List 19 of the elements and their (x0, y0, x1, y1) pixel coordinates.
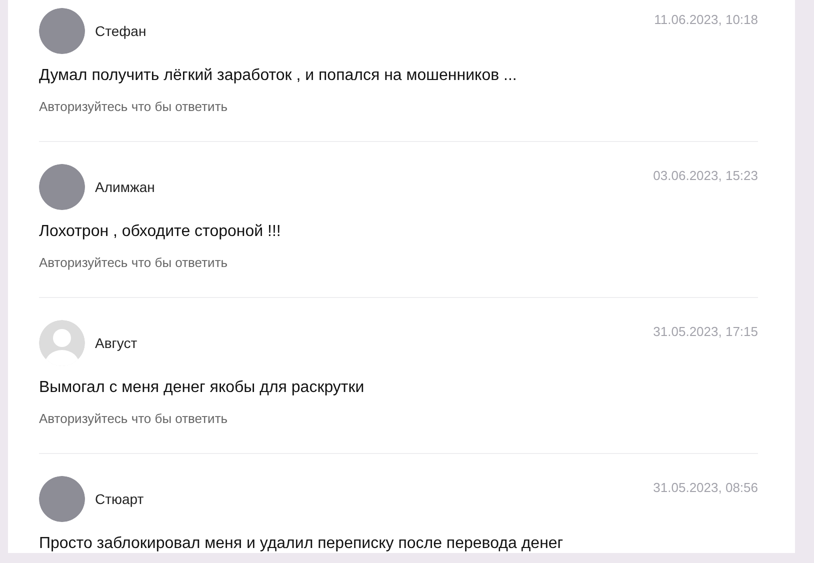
author-name: Алимжан (95, 179, 155, 195)
comment-date: 31.05.2023, 08:56 (653, 480, 758, 495)
comment-date: 31.05.2023, 17:15 (653, 324, 758, 339)
reply-link[interactable]: Авторизуйтесь что бы ответить (39, 99, 228, 114)
reply-link[interactable]: Авторизуйтесь что бы ответить (39, 255, 228, 270)
comment-date: 03.06.2023, 15:23 (653, 168, 758, 183)
photo-placeholder (39, 476, 85, 522)
comment-text: Вымогал с меня денег якобы для раскрутки (39, 378, 366, 398)
author-name: Стефан (95, 23, 146, 39)
author-name: Август (95, 335, 138, 351)
photo-placeholder (39, 8, 85, 54)
comment-text: Думал получить лёгкий заработок , и попался на мошенников ... (39, 66, 518, 86)
comment-date: 11.06.2023, 10:18 (654, 12, 758, 27)
user-silhouette-icon (39, 320, 85, 366)
author-name: Стюарт (95, 491, 144, 507)
comment-text: Просто заблокировал меня и удалил переписку после перевода денег (39, 534, 564, 553)
reply-link[interactable]: Авторизуйтесь что бы ответить (39, 411, 228, 426)
photo-placeholder (39, 164, 85, 210)
comment-text: Лохотрон , обходите стороной !!! (39, 222, 282, 242)
